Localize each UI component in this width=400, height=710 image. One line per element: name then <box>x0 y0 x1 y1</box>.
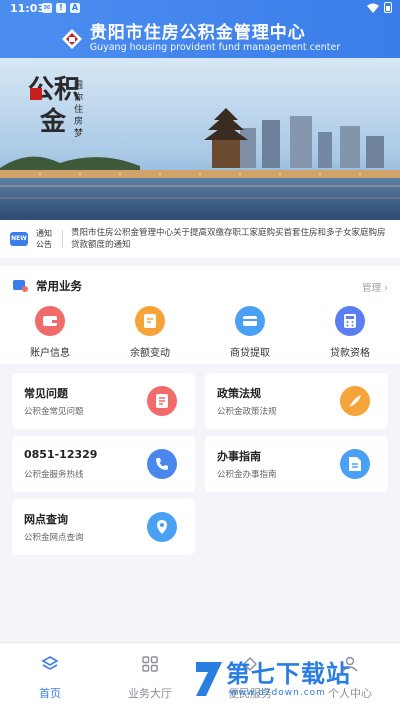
battery-icon <box>384 2 392 13</box>
commercial-loan-withdraw-button[interactable]: 商贷提取 <box>200 306 300 359</box>
wallet-icon <box>35 306 65 336</box>
seal-icon <box>30 88 42 100</box>
balance-icon <box>135 306 165 336</box>
loan-eligibility-label: 贷款资格 <box>330 348 370 359</box>
logo-icon <box>61 29 82 49</box>
watermark: 第七下载站 www.d7down.com <box>192 652 392 704</box>
header-subtitle: Guyang housing provident fund management… <box>89 42 341 53</box>
faq-subtitle: 公积金常见问题 <box>24 407 84 417</box>
guide-icon <box>340 449 370 479</box>
svg-text:你: 你 <box>74 91 83 103</box>
account-info-button[interactable]: 账户信息 <box>0 306 100 359</box>
common-business-section: 常用业务 管理 › 账户信息 余额变动 商贷提取 贷款资格 <box>0 266 400 364</box>
policy-subtitle: 公积金政策法规 <box>217 407 277 417</box>
branch-search-card[interactable]: 网点查询 公积金网点查询 <box>12 499 195 555</box>
watermark-url: www.d7down.com <box>230 688 326 698</box>
home-layers-icon <box>41 656 59 670</box>
svg-text:金: 金 <box>39 106 67 137</box>
faq-title: 常见问题 <box>24 387 68 400</box>
policy-title: 政策法规 <box>217 387 261 400</box>
notice-label: 通知公告 <box>36 229 52 249</box>
hotline-subtitle: 公积金服务热线 <box>24 470 84 480</box>
status-bar: 11:03 ✉ ! A <box>0 0 400 18</box>
hotline-title: 0851-12329 <box>24 448 98 461</box>
policy-icon <box>340 386 370 416</box>
watermark-logo-icon <box>196 662 222 696</box>
grid-icon <box>142 656 158 672</box>
notice-text[interactable]: 贵阳市住房公积金管理中心关于提高双缴存职工家庭购买首套住房和多子女家庭购房贷款额… <box>71 227 389 251</box>
tab-home-label: 首页 <box>39 687 61 700</box>
svg-text:圆: 圆 <box>74 80 83 91</box>
brand: 贵阳市住房公积金管理中心 Guyang housing provident fu… <box>0 22 400 56</box>
business-icon <box>13 280 28 292</box>
faq-icon <box>147 386 177 416</box>
policy-card[interactable]: 政策法规 公积金政策法规 <box>205 373 388 429</box>
hero-image: 公积 金 圆 你 住 房 梦 <box>0 58 400 220</box>
balance-change-button[interactable]: 余额变动 <box>100 306 200 359</box>
card-icon <box>235 306 265 336</box>
app-icon: A <box>70 3 80 13</box>
tab-home[interactable]: 首页 <box>0 643 100 710</box>
branch-search-title: 网点查询 <box>24 513 68 526</box>
app-header: 11:03 ✉ ! A 贵阳市住房公积金管理中心 Guyang housing … <box>0 0 400 58</box>
hero-banner[interactable]: 公积 金 圆 你 住 房 梦 <box>0 58 400 220</box>
branch-search-subtitle: 公积金网点查询 <box>24 533 84 543</box>
svg-text:住: 住 <box>74 103 83 115</box>
notice-divider <box>62 230 63 248</box>
faq-card[interactable]: 常见问题 公积金常见问题 <box>12 373 195 429</box>
account-info-label: 账户信息 <box>30 348 70 359</box>
notice-bar[interactable]: NEW 通知公告 贵阳市住房公积金管理中心关于提高双缴存职工家庭购买首套住房和多… <box>0 220 400 258</box>
commercial-loan-withdraw-label: 商贷提取 <box>230 348 270 359</box>
header-title: 贵阳市住房公积金管理中心 <box>89 23 306 43</box>
mail-icon: ✉ <box>42 3 52 13</box>
tab-business-hall[interactable]: 业务大厅 <box>100 643 200 710</box>
alert-icon: ! <box>56 3 66 13</box>
loan-eligibility-button[interactable]: 贷款资格 <box>300 306 400 359</box>
location-icon <box>147 512 177 542</box>
new-badge: NEW <box>10 232 28 246</box>
svg-text:梦: 梦 <box>74 128 83 139</box>
wifi-icon <box>367 3 379 13</box>
calculator-icon <box>335 306 365 336</box>
phone-icon <box>147 449 177 479</box>
hotline-card[interactable]: 0851-12329 公积金服务热线 <box>12 436 195 492</box>
watermark-text: 第七下载站 <box>226 660 351 688</box>
guide-subtitle: 公积金办事指南 <box>217 470 277 480</box>
balance-change-label: 余额变动 <box>130 348 170 359</box>
guide-title: 办事指南 <box>217 450 261 463</box>
tab-business-hall-label: 业务大厅 <box>128 687 172 700</box>
svg-text:房: 房 <box>74 115 83 127</box>
status-time: 11:03 <box>10 2 46 15</box>
section-title: 常用业务 <box>36 279 82 293</box>
manage-link[interactable]: 管理 › <box>362 280 388 294</box>
guide-card[interactable]: 办事指南 公积金办事指南 <box>205 436 388 492</box>
